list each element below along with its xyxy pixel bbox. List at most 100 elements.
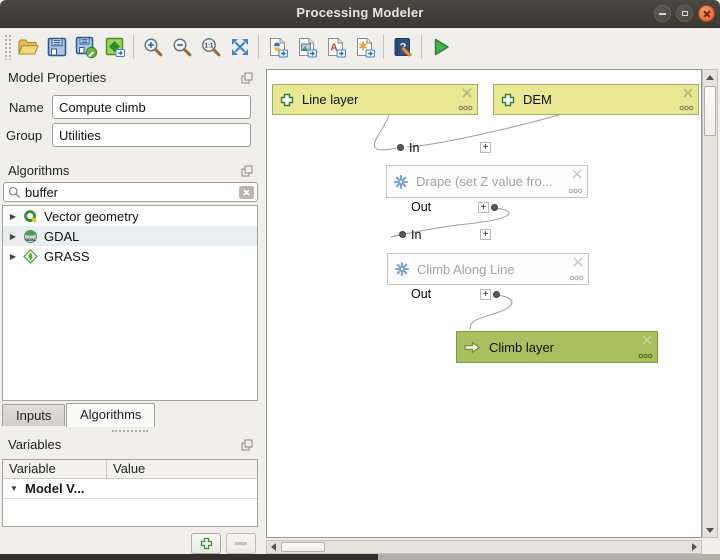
link-ports-icon[interactable] [679,105,694,111]
port-dot[interactable] [397,144,404,151]
gear-icon [395,262,409,276]
expand-port-button[interactable]: + [480,142,491,153]
arrow-right-icon [692,543,697,551]
open-model-button[interactable] [13,33,42,62]
left-dock: Model Properties Name Group Algorithms [0,66,264,554]
save-model-button[interactable] [42,33,71,62]
link-ports-icon[interactable] [569,275,584,281]
input-plus-icon [501,93,515,107]
arrow-up-icon [706,75,714,80]
save-as-icon [74,35,98,59]
maximize-button[interactable] [676,5,693,22]
splitter-handle[interactable] [112,430,148,432]
zoom-in-button[interactable] [138,33,167,62]
maximize-icon [682,11,688,16]
scroll-down-button[interactable] [703,523,717,537]
expand-icon[interactable]: ▶ [3,252,23,261]
tab-algorithms[interactable]: Algorithms [66,403,155,427]
link-ports-icon[interactable] [568,188,583,194]
export-svg-icon [353,35,377,59]
zoom-actual-size-button[interactable]: 1:1 [196,33,225,62]
folder-open-icon [16,35,40,59]
delete-node-icon[interactable] [572,169,582,179]
search-input[interactable] [21,185,239,200]
save-model-as-button[interactable] [71,33,100,62]
zoom-1-1-icon: 1:1 [199,35,223,59]
minimize-button[interactable] [654,5,671,22]
run-icon [429,35,453,59]
export-as-pdf-button[interactable]: A [321,33,350,62]
help-button[interactable]: ? [388,33,417,62]
save-icon [45,35,69,59]
port-in-label: In [409,141,419,155]
clear-search-icon[interactable] [239,186,254,199]
plus-icon [200,537,213,550]
link-ports-icon[interactable] [638,353,653,359]
expand-icon[interactable]: ▶ [3,212,23,221]
node-algorithm-drape[interactable]: Drape (set Z value fro... [386,165,588,198]
name-label: Name [9,100,44,115]
scroll-up-button[interactable] [703,70,717,84]
model-group-input[interactable] [52,123,251,147]
delete-node-icon[interactable] [683,88,693,98]
scroll-left-button[interactable] [267,541,280,553]
zoom-full-button[interactable] [225,33,254,62]
tree-item-gdal[interactable]: ▶ GDAL GDAL [3,226,257,246]
model-canvas[interactable]: Line layer DEM In + Drape (set Z value [266,69,702,538]
remove-variable-button[interactable] [226,533,256,554]
export-as-svg-button[interactable] [350,33,379,62]
delete-node-icon[interactable] [573,257,583,267]
expand-icon[interactable]: ▶ [3,232,23,241]
algorithm-search-box[interactable] [3,182,258,202]
zoom-out-button[interactable] [167,33,196,62]
tree-item-grass[interactable]: ▶ GRASS [3,246,257,266]
tree-item-vector-geometry[interactable]: ▶ Vector geometry [3,206,257,226]
save-model-in-project-button[interactable] [100,33,129,62]
expand-port-button[interactable]: + [480,289,491,300]
undock-icon[interactable] [241,439,253,451]
run-model-button[interactable] [426,33,455,62]
export-as-script-button[interactable] [263,33,292,62]
vertical-scroll-thumb[interactable] [704,86,716,136]
collapse-icon[interactable]: ▼ [3,484,25,493]
delete-node-icon[interactable] [642,335,652,345]
node-label: Climb Along Line [417,262,515,277]
port-dot[interactable] [493,291,500,298]
vertical-scrollbar[interactable] [702,69,718,538]
toolbar-grip[interactable] [4,34,11,60]
delete-node-icon[interactable] [462,88,472,98]
port-dot[interactable] [399,231,406,238]
toolbar-separator [421,35,422,59]
expand-port-button[interactable]: + [480,229,491,240]
node-label: DEM [523,92,552,107]
horizontal-scroll-thumb[interactable] [281,542,325,552]
scroll-right-button[interactable] [688,541,701,553]
undock-icon[interactable] [241,165,253,177]
titlebar[interactable]: Processing Modeler [0,0,720,28]
port-out-label: Out [411,287,431,301]
expand-port-button[interactable]: + [478,202,489,213]
horizontal-scrollbar[interactable] [266,540,702,554]
model-name-input[interactable] [52,95,251,119]
close-button[interactable] [698,5,715,22]
column-variable[interactable]: Variable [3,460,107,478]
toolbar-separator [383,35,384,59]
node-input-line-layer[interactable]: Line layer [272,84,478,115]
window-title: Processing Modeler [0,5,720,20]
undock-icon[interactable] [241,72,253,84]
add-variable-button[interactable] [191,533,221,554]
node-input-dem[interactable]: DEM [493,84,699,115]
tab-inputs[interactable]: Inputs [2,404,65,426]
column-value[interactable]: Value [107,460,257,478]
zoom-in-icon [141,35,165,59]
node-output-climb-layer[interactable]: Climb layer [456,331,658,363]
save-in-project-icon [103,35,127,59]
port-dot[interactable] [491,204,498,211]
variables-table-header[interactable]: Variable Value [3,460,257,479]
node-algorithm-climb-along-line[interactable]: Climb Along Line [387,253,589,285]
variables-group-row[interactable]: ▼ Model V... [3,479,257,499]
processing-modeler-window: Processing Modeler [0,0,720,560]
qgis-icon [23,209,38,224]
link-ports-icon[interactable] [458,105,473,111]
export-as-image-button[interactable] [292,33,321,62]
